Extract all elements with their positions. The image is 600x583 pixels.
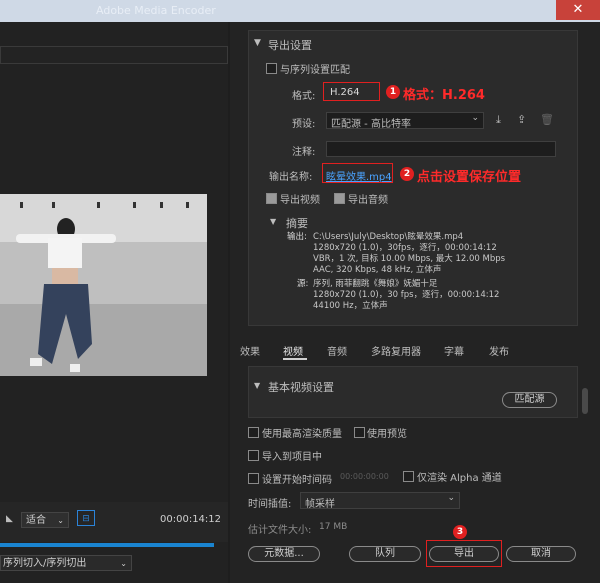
source-range-select[interactable]: 序列切入/序列切出 ⌄ <box>0 555 132 571</box>
max-render-label: 使用最高渲染质量 <box>262 429 342 440</box>
summary-source-line: 44100 Hz，立体声 <box>313 301 388 311</box>
badge-1: 1 <box>386 85 400 99</box>
preset-select[interactable]: 匹配源 - 高比特率 ⌄ <box>326 112 484 130</box>
scrollbar[interactable] <box>582 388 588 414</box>
annotation-format: 格式：H.264 <box>403 88 485 103</box>
delete-preset-icon[interactable]: 🗑 <box>540 113 554 126</box>
collapse-triangle-icon[interactable]: ▼ <box>270 217 276 226</box>
source-timecode: 00:00:14:12 <box>160 514 222 525</box>
preset-label: 预设: <box>292 119 316 130</box>
format-label: 格式: <box>292 91 316 102</box>
title-bar <box>0 0 600 22</box>
set-timecode-checkbox[interactable] <box>248 473 259 484</box>
video-preview <box>0 194 207 376</box>
summary-output-line: VBR，1 次, 目标 10.00 Mbps, 最大 12.00 Mbps <box>313 254 506 264</box>
tab-video[interactable]: 视频 <box>283 343 303 358</box>
video-preview-image <box>0 194 207 376</box>
badge-3: 3 <box>453 525 467 539</box>
active-tab-underline <box>283 358 307 360</box>
close-button[interactable]: ✕ <box>556 0 600 20</box>
save-preset-icon[interactable]: ⤓ <box>496 113 501 127</box>
filesize-value: 17 MB <box>319 522 348 532</box>
chevron-down-icon: ⌄ <box>471 113 479 123</box>
import-preset-icon[interactable]: ⇪ <box>517 113 526 126</box>
basic-video-title: 基本视频设置 <box>268 381 334 394</box>
filesize-label: 估计文件大小: <box>248 525 312 536</box>
chevron-down-icon: ⌄ <box>447 493 455 503</box>
tab-audio[interactable]: 音频 <box>327 343 347 358</box>
export-video-label: 导出视频 <box>280 195 320 206</box>
format-select[interactable]: H.264 <box>330 87 360 98</box>
timeline-progress-bar[interactable] <box>0 543 214 547</box>
cancel-button[interactable]: 取消 <box>506 546 576 562</box>
export-button[interactable]: 导出 <box>429 546 499 562</box>
annotation-output-name: 点击设置保存位置 <box>417 170 522 185</box>
match-sequence-checkbox[interactable] <box>266 63 277 74</box>
badge-2: 2 <box>400 167 414 181</box>
export-settings-title: 导出设置 <box>268 39 312 52</box>
export-audio-checkbox[interactable] <box>334 193 345 204</box>
summary-output-line: C:\Users\July\Desktop\眩晕效果.mp4 <box>313 232 464 242</box>
tab-effects[interactable]: 效果 <box>240 343 260 358</box>
use-preview-label: 使用预览 <box>367 429 407 440</box>
set-timecode-label: 设置开始时间码 <box>262 475 332 486</box>
summary-source-label: 源: <box>297 279 309 289</box>
summary-output-label: 输出: <box>287 232 307 242</box>
summary-source-line: 1280x720 (1.0)，30 fps，逐行，00:00:14:12 <box>313 290 500 300</box>
output-name-label: 输出名称: <box>269 172 313 183</box>
source-dropdown[interactable] <box>0 46 228 64</box>
output-name-link[interactable]: 眩晕效果.mp4 <box>326 168 392 183</box>
chevron-down-icon: ⌄ <box>120 559 127 568</box>
render-alpha-label: 仅渲染 Alpha 通道 <box>417 473 502 484</box>
preset-value: 匹配源 - 高比特率 <box>331 119 411 130</box>
fit-select-value: 适合 <box>26 515 46 526</box>
tab-multiplexer[interactable]: 多路复用器 <box>371 343 421 358</box>
render-alpha-checkbox[interactable] <box>403 471 414 482</box>
import-project-label: 导入到项目中 <box>262 452 322 463</box>
timecode-value: 00:00:00:00 <box>340 472 389 481</box>
summary-output-line: 1280x720 (1.0)，30fps，逐行，00:00:14:12 <box>313 243 497 253</box>
match-sequence-label: 与序列设置匹配 <box>280 65 350 76</box>
metadata-button[interactable]: 元数据... <box>248 546 320 562</box>
use-preview-checkbox[interactable] <box>354 427 365 438</box>
collapse-triangle-icon[interactable]: ▼ <box>254 381 260 390</box>
interp-label: 时间插值: <box>248 499 292 510</box>
collapse-triangle-icon[interactable]: ▼ <box>254 38 261 48</box>
interp-value: 帧采样 <box>305 499 335 510</box>
summary-source-line: 序列, 雨菲翻跳《舞娘》妩媚十足 <box>313 279 438 289</box>
summary-title: 摘要 <box>286 217 308 230</box>
chevron-down-icon: ⌄ <box>57 516 64 525</box>
tab-captions[interactable]: 字幕 <box>444 343 464 358</box>
export-audio-label: 导出音频 <box>348 195 388 206</box>
export-video-checkbox[interactable] <box>266 193 277 204</box>
interp-select[interactable]: 帧采样 ⌄ <box>300 492 460 510</box>
comment-input[interactable] <box>326 141 556 157</box>
match-source-button[interactable]: 匹配源 <box>502 392 557 408</box>
comment-label: 注释: <box>292 147 316 158</box>
fit-select[interactable]: 适合 ⌄ <box>21 512 69 528</box>
tab-publish[interactable]: 发布 <box>489 343 509 358</box>
import-project-checkbox[interactable] <box>248 450 259 461</box>
crop-icon[interactable]: ⊟ <box>77 510 95 526</box>
triangle-icon[interactable]: ◣ <box>6 514 13 524</box>
window-title: Adobe Media Encoder <box>96 4 216 17</box>
summary-output-line: AAC, 320 Kbps, 48 kHz, 立体声 <box>313 265 442 275</box>
source-range-value: 序列切入/序列切出 <box>3 558 87 569</box>
queue-button[interactable]: 队列 <box>349 546 421 562</box>
max-render-checkbox[interactable] <box>248 427 259 438</box>
